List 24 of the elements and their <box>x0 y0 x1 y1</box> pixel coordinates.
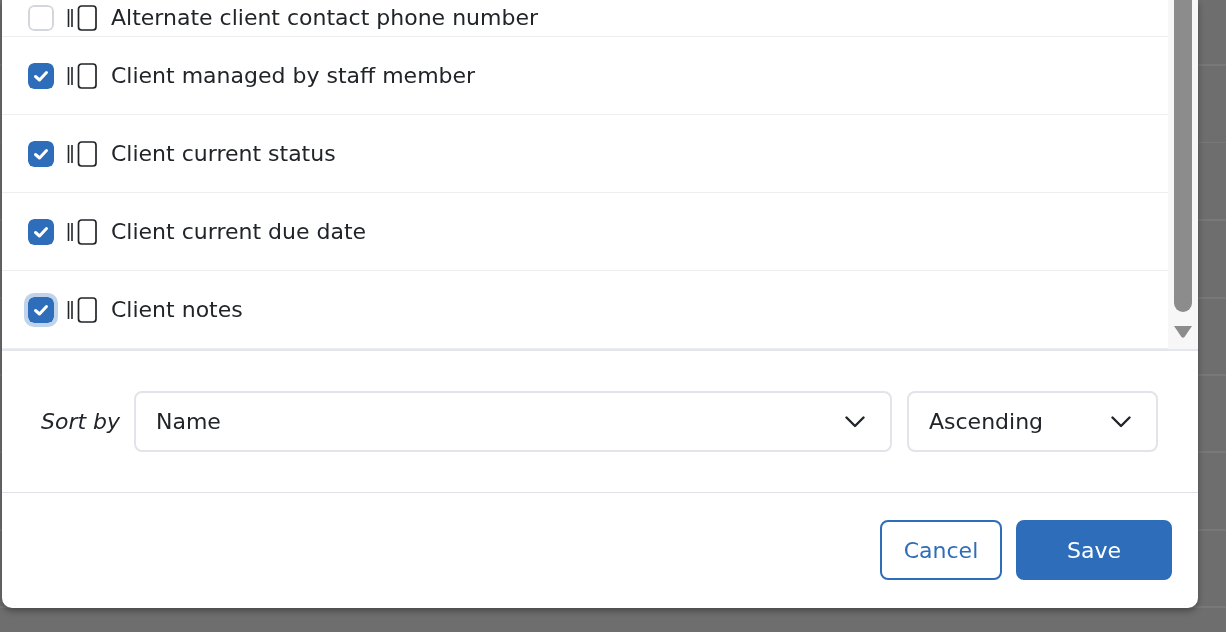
save-button[interactable]: Save <box>1016 520 1172 580</box>
sort-by-label: Sort by <box>41 408 121 436</box>
drag-handle-icon[interactable] <box>67 140 97 167</box>
scroll-down-arrow-icon[interactable] <box>1174 326 1192 338</box>
scrollbar[interactable] <box>1168 0 1198 349</box>
checkbox[interactable] <box>28 218 54 245</box>
column-label: Client current status <box>111 139 336 168</box>
chevron-down-icon <box>845 415 865 428</box>
cancel-button[interactable]: Cancel <box>880 520 1002 580</box>
column-label: Client current due date <box>111 217 367 246</box>
checkbox[interactable] <box>28 140 54 167</box>
column-label: Client managed by staff member <box>111 61 476 90</box>
drag-handle-icon[interactable] <box>67 218 97 245</box>
sort-direction-select[interactable]: Ascending <box>907 391 1158 452</box>
checkbox[interactable] <box>28 5 54 31</box>
drag-handle-icon[interactable] <box>67 62 97 89</box>
drag-handle-icon[interactable] <box>67 296 97 323</box>
column-label: Alternate client contact phone number <box>111 4 538 32</box>
chevron-down-icon <box>1111 415 1131 428</box>
sort-field-select[interactable]: Name <box>134 391 892 452</box>
column-label: Client notes <box>111 295 243 324</box>
scrollbar-thumb[interactable] <box>1174 0 1192 312</box>
checkbox[interactable] <box>28 62 54 89</box>
drag-handle-icon[interactable] <box>67 5 97 31</box>
